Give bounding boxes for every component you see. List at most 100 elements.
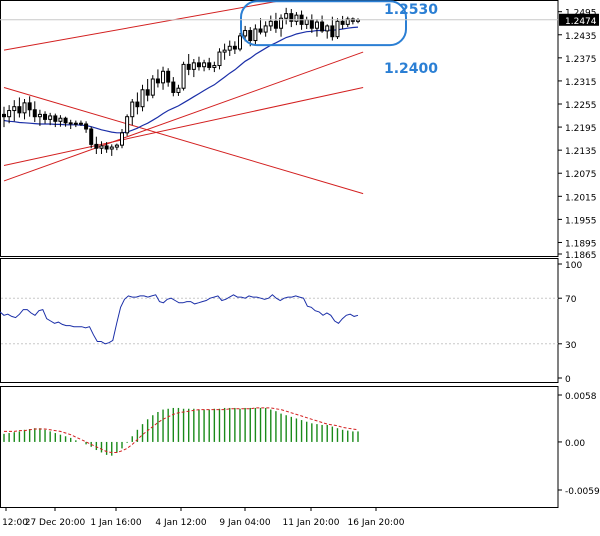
candle-body <box>167 71 170 82</box>
candle-body <box>269 21 272 26</box>
macd-histogram <box>4 408 358 456</box>
price-pane[interactable]: 1.24951.24351.23751.23151.22551.21951.21… <box>0 0 599 261</box>
price-axis-label: 1.1955 <box>565 216 597 226</box>
time-axis-label: 27 Dec 20:00 <box>25 518 86 528</box>
price-axis-label: 1.2195 <box>565 124 597 134</box>
candle-body <box>38 114 41 116</box>
candle-body <box>187 64 190 69</box>
candle-body <box>28 103 31 110</box>
candle-body <box>326 26 329 31</box>
candle-body <box>74 123 77 124</box>
macd-axis-label: -0.00594 <box>565 487 600 497</box>
candle-body <box>100 146 103 148</box>
candle-body <box>223 50 226 52</box>
candle-body <box>172 82 175 92</box>
candle-body <box>213 66 216 68</box>
candle-body <box>162 71 165 83</box>
macd-signal-line <box>4 408 358 453</box>
candle-body <box>182 64 185 88</box>
candle-body <box>115 145 118 147</box>
upper-level-label: 1.2530 <box>384 2 438 18</box>
candle-body <box>141 90 144 107</box>
candle-body <box>136 102 139 107</box>
candle-body <box>233 46 236 49</box>
chart-canvas[interactable]: 1.24951.24351.23751.23151.22551.21951.21… <box>0 0 600 532</box>
candle-body <box>192 63 195 70</box>
candle-body <box>105 146 108 149</box>
macd-axis-label: 0.00 <box>565 439 585 449</box>
candle-body <box>208 63 211 68</box>
oscillator-axis-label: 30 <box>565 341 577 351</box>
candle-body <box>244 31 247 36</box>
candle-body <box>259 29 262 32</box>
candle-body <box>131 102 134 117</box>
oscillator-axis-label: 100 <box>565 261 582 271</box>
candle-body <box>218 52 221 65</box>
oscillator-pane[interactable]: 100 70 30 0 <box>0 259 582 386</box>
candle-body <box>18 107 21 113</box>
candle-body <box>249 31 252 41</box>
candle-body <box>341 21 344 24</box>
candle-body <box>64 118 67 123</box>
candle-body <box>95 144 98 148</box>
price-axis-label: 1.1895 <box>565 239 597 249</box>
candle-body <box>110 147 113 149</box>
macd-pane-frame <box>1 387 559 508</box>
candle-body <box>59 118 62 121</box>
oscillator-axis-label: 0 <box>565 375 571 385</box>
candle-body <box>321 22 324 31</box>
candle-body <box>54 116 57 121</box>
trend-lines <box>4 0 363 194</box>
time-axis: 12:0027 Dec 20:001 Jan 16:004 Jan 12:009… <box>2 507 405 528</box>
candles <box>3 8 360 156</box>
candle-body <box>90 129 93 144</box>
oscillator-axis-label: 70 <box>565 295 577 305</box>
candle-body <box>274 21 277 28</box>
trend-line <box>4 0 363 50</box>
candle-body <box>121 133 124 145</box>
candle-body <box>13 107 16 111</box>
candle-body <box>126 117 129 133</box>
price-axis-label: 1.2255 <box>565 101 597 111</box>
oscillator-line <box>0 295 358 344</box>
macd-axis-label: 0.0058 <box>565 392 597 402</box>
candle-body <box>44 114 47 119</box>
trend-line <box>4 87 363 165</box>
current-price-label: 1.2474 <box>565 17 597 27</box>
price-axis-label: 1.2075 <box>565 170 597 180</box>
price-axis-label: 1.2435 <box>565 32 597 42</box>
candle-body <box>8 111 11 117</box>
price-axis-label: 1.2315 <box>565 78 597 88</box>
lower-level-label: 1.2400 <box>384 61 438 77</box>
candle-body <box>239 36 242 49</box>
price-axis-label: 1.2135 <box>565 147 597 157</box>
macd-pane[interactable]: 0.0058 0.00 -0.00594 <box>1 387 600 508</box>
price-axis-label: 1.2375 <box>565 55 597 65</box>
candle-body <box>177 88 180 92</box>
candle-body <box>151 79 154 95</box>
candle-body <box>69 123 72 124</box>
price-axis-label: 1.1865 <box>565 251 597 261</box>
time-axis-label: 9 Jan 04:00 <box>219 518 271 528</box>
time-axis-label: 16 Jan 20:00 <box>348 518 405 528</box>
candle-body <box>203 63 206 67</box>
candle-body <box>23 103 26 113</box>
candle-body <box>197 63 200 67</box>
candle-body <box>305 20 308 25</box>
candle-body <box>33 110 36 117</box>
price-axis-label: 1.2015 <box>565 193 597 203</box>
candle-body <box>331 26 334 37</box>
time-axis-label: 1 Jan 16:00 <box>90 518 142 528</box>
candle-body <box>254 29 257 41</box>
candle-body <box>79 123 82 124</box>
candle-body <box>315 22 318 28</box>
candle-body <box>49 116 52 119</box>
candle-body <box>156 79 159 83</box>
candle-body <box>3 114 6 116</box>
candle-body <box>85 124 88 129</box>
oscillator-pane-frame <box>1 259 559 383</box>
candle-body <box>310 20 313 28</box>
trading-chart[interactable]: 1.24951.24351.23751.23151.22551.21951.21… <box>0 0 600 532</box>
candle-body <box>264 26 267 32</box>
candle-body <box>146 90 149 95</box>
